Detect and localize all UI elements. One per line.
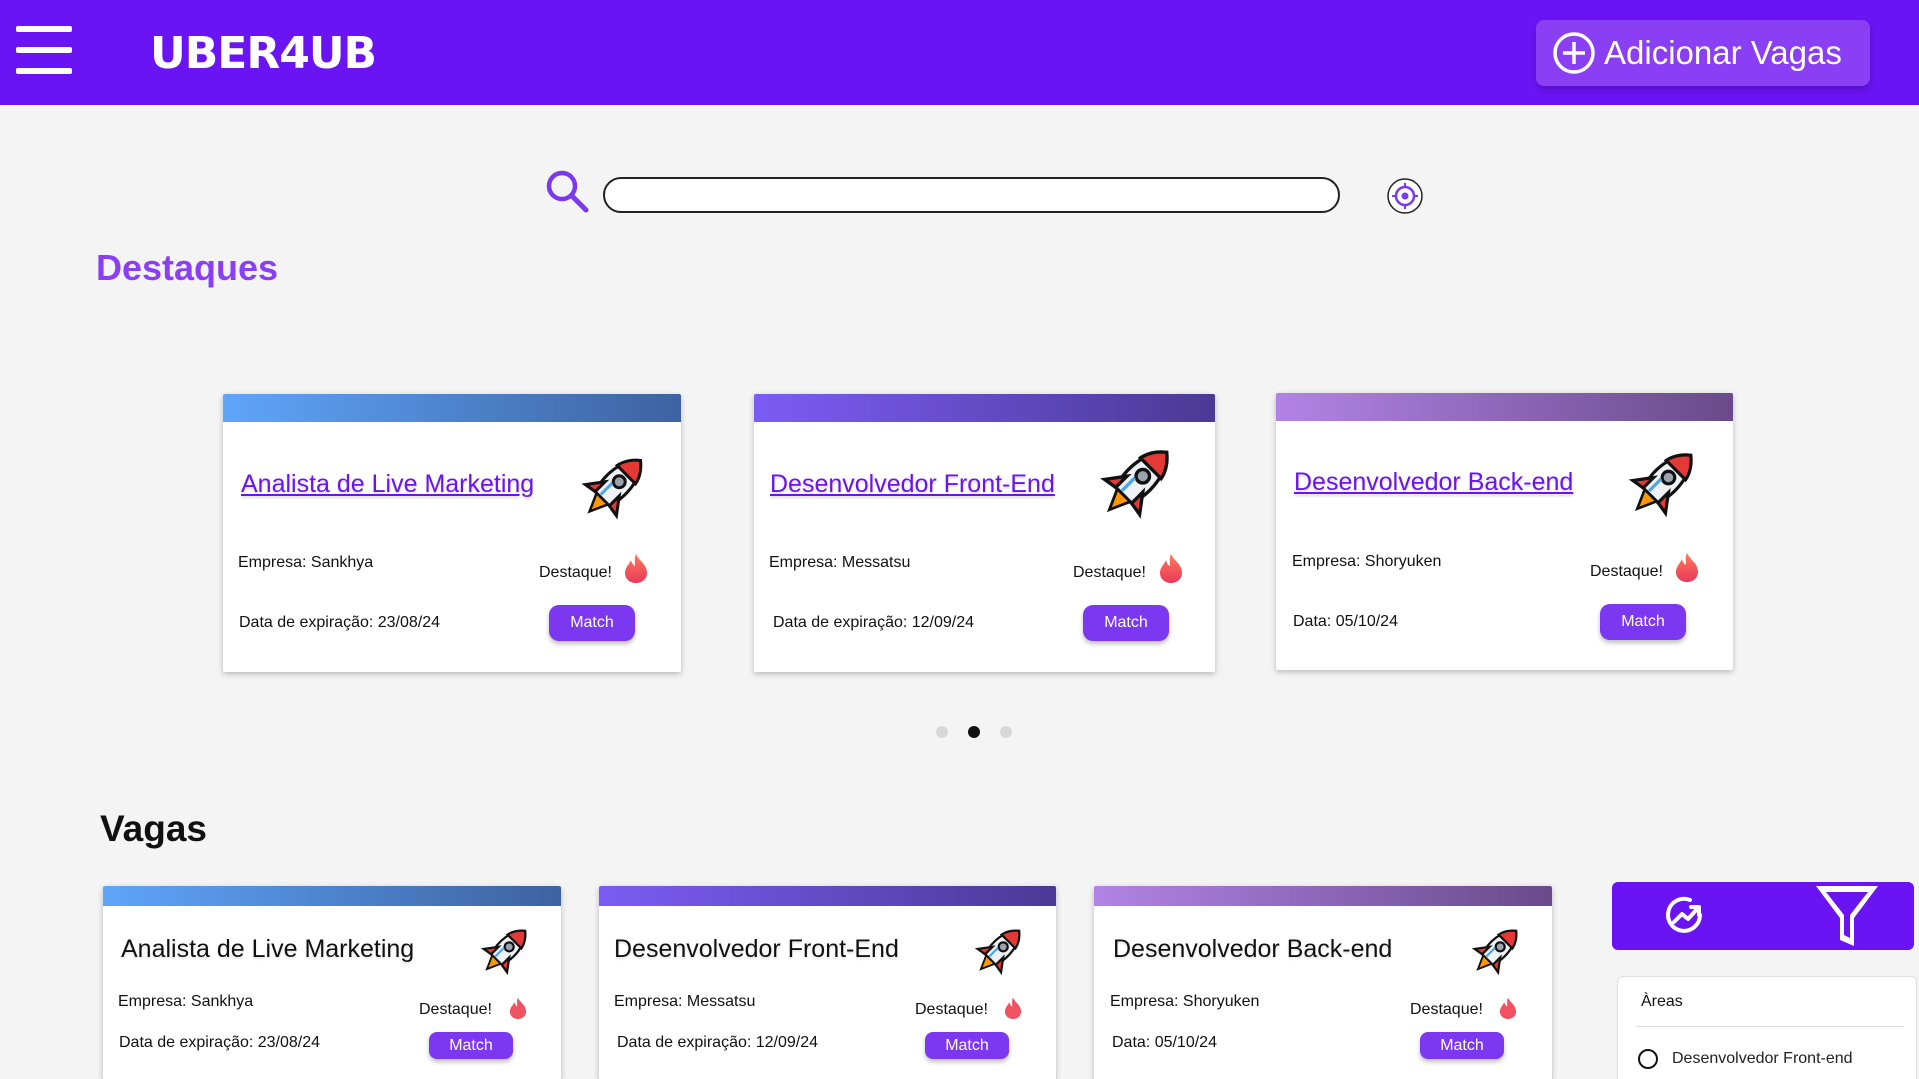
job-card[interactable]: Desenvolvedor Back-end Empresa: Shoryuke… (1094, 886, 1552, 1079)
destaques-title: Destaques (96, 247, 279, 288)
search-input[interactable] (603, 177, 1340, 213)
job-expiration-date: Data: 05/10/24 (1112, 1034, 1217, 1051)
rocket-icon (1100, 450, 1169, 519)
job-title-link[interactable]: Analista de Live Marketing (241, 470, 534, 499)
search-icon[interactable] (544, 168, 590, 214)
job-expiration-date: Data: 05/10/24 (1293, 613, 1398, 630)
rocket-icon (1471, 929, 1518, 976)
area-option-frontend[interactable]: Desenvolvedor Front-end (1638, 1049, 1853, 1069)
job-expiration-date: Data de expiração: 12/09/24 (773, 614, 975, 631)
rocket-icon (974, 929, 1021, 976)
featured-job-card[interactable]: Desenvolvedor Back-end Empresa: Shoryuke… (1276, 393, 1733, 670)
job-title-link[interactable]: Desenvolvedor Front-End (770, 470, 1055, 499)
card-header-bar (754, 394, 1215, 422)
menu-icon[interactable] (16, 26, 72, 74)
location-target-icon[interactable] (1386, 177, 1424, 215)
areas-filter-panel: Àreas Desenvolvedor Front-end (1617, 976, 1917, 1079)
radio-button[interactable] (1638, 1049, 1658, 1069)
fire-icon (509, 997, 527, 1019)
job-company: Empresa: Messatsu (769, 554, 911, 571)
featured-badge-label: Destaque! (419, 1001, 492, 1018)
plus-circle-icon (1553, 32, 1595, 74)
match-button[interactable]: Match (1600, 604, 1686, 640)
rocket-icon (480, 929, 527, 976)
featured-badge-label: Destaque! (539, 564, 612, 581)
job-title[interactable]: Desenvolvedor Back-end (1113, 935, 1392, 964)
job-company: Empresa: Sankhya (118, 993, 254, 1010)
job-company: Empresa: Shoryuken (1110, 993, 1260, 1010)
job-company: Empresa: Shoryuken (1292, 553, 1442, 570)
fire-icon (625, 554, 647, 583)
carousel-dot[interactable] (936, 726, 948, 738)
vagas-title: Vagas (100, 808, 207, 849)
match-button[interactable]: Match (429, 1032, 513, 1059)
add-job-button[interactable]: Adicionar Vagas (1536, 20, 1870, 86)
fire-icon (1160, 554, 1182, 583)
job-title[interactable]: Analista de Live Marketing (121, 935, 414, 964)
rocket-icon (1628, 453, 1693, 518)
job-title-link[interactable]: Desenvolvedor Back-end (1294, 468, 1573, 497)
divider (1636, 1026, 1904, 1027)
fire-icon (1499, 997, 1517, 1019)
job-title[interactable]: Desenvolvedor Front-End (614, 935, 899, 964)
carousel-dots (936, 726, 1012, 738)
trending-icon[interactable] (1660, 890, 1710, 940)
featured-job-card[interactable]: Analista de Live Marketing Empresa: Sank… (223, 394, 681, 672)
add-job-label: Adicionar Vagas (1604, 34, 1842, 71)
match-button[interactable]: Match (925, 1032, 1009, 1059)
job-company: Empresa: Sankhya (238, 554, 374, 571)
card-header-bar (1094, 886, 1552, 906)
featured-badge-label: Destaque! (1410, 1001, 1483, 1018)
featured-job-card[interactable]: Desenvolvedor Front-End Empresa: Messats… (754, 394, 1215, 672)
job-expiration-date: Data de expiração: 23/08/24 (239, 614, 441, 631)
featured-badge-label: Destaque! (915, 1001, 988, 1018)
top-header: UBER4UB Adicionar Vagas (0, 0, 1919, 105)
match-button[interactable]: Match (549, 605, 635, 641)
area-option-label: Desenvolvedor Front-end (1672, 1050, 1853, 1067)
card-header-bar (599, 886, 1056, 906)
job-card[interactable]: Analista de Live Marketing Empresa: Sank… (103, 886, 561, 1079)
match-button[interactable]: Match (1083, 605, 1169, 641)
featured-badge-label: Destaque! (1590, 563, 1663, 580)
areas-label: Àreas (1641, 993, 1683, 1010)
job-expiration-date: Data de expiração: 12/09/24 (617, 1034, 819, 1051)
fire-icon (1676, 553, 1698, 582)
card-header-bar (1276, 393, 1733, 421)
job-company: Empresa: Messatsu (614, 993, 756, 1010)
rocket-icon (581, 458, 643, 520)
filter-funnel-icon[interactable] (1812, 882, 1882, 950)
card-header-bar (103, 886, 561, 906)
job-card[interactable]: Desenvolvedor Front-End Empresa: Messats… (599, 886, 1056, 1079)
filter-toolbar (1612, 882, 1914, 950)
featured-badge-label: Destaque! (1073, 564, 1146, 581)
card-header-bar (223, 394, 681, 422)
job-expiration-date: Data de expiração: 23/08/24 (119, 1034, 321, 1051)
carousel-dot[interactable] (1000, 726, 1012, 738)
carousel-dot-active[interactable] (968, 726, 980, 738)
fire-icon (1004, 997, 1022, 1019)
match-button[interactable]: Match (1420, 1032, 1504, 1059)
logo: UBER4UB (150, 28, 377, 79)
